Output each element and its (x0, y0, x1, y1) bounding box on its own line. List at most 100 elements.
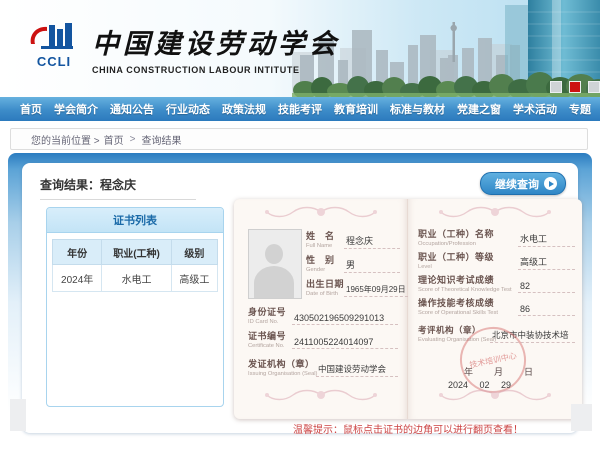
continue-query-label: 继续查询 (495, 176, 539, 192)
field-certificate-no: 证书编号 Certificate No. 2411005224014097 (248, 329, 398, 349)
field-label-en: Full Name (306, 242, 333, 247)
field-value: 程念庆 (344, 234, 400, 249)
site-title-zh: 中国建设劳动学会 (92, 22, 340, 61)
field-skills-score: 操作技能考核成绩 Score of Operational Skills Tes… (418, 296, 575, 316)
id-photo-placeholder (248, 229, 302, 299)
nav-item-industry[interactable]: 行业动态 (160, 101, 216, 117)
field-label-en: Score of Theoretical Knowledge Test (418, 286, 490, 291)
field-value: 86 (518, 304, 575, 316)
nav-item-policies[interactable]: 政策法规 (216, 101, 272, 117)
field-issuing-organisation: 发证机构（章） Issuing Organisation (Seal) 中国建设… (248, 357, 398, 377)
field-label: 职业（工种）等级 (418, 250, 518, 263)
result-person-name: 程念庆 (100, 178, 136, 192)
field-occupation-name: 职业（工种）名称 Occupation/Profession 水电工 (418, 227, 575, 247)
cell-year[interactable]: 2024年 (53, 265, 102, 292)
breadcrumb: 您的当前位置 > 首页 > 查询结果 (10, 128, 588, 150)
table-row[interactable]: 2024年 水电工 高级工 (53, 265, 218, 292)
ornament-flourish (435, 387, 555, 403)
nav-item-party[interactable]: 党建之窗 (451, 101, 507, 117)
nav-item-notices[interactable]: 通知公告 (104, 101, 160, 117)
brand-block: CCLI 中国建设劳动学会 CHINA CONSTRUCTION LABOUR … (26, 22, 340, 75)
certificate-right-page: 职业（工种）名称 Occupation/Profession 水电工 职业（工种… (408, 199, 582, 419)
date-labels: 年 月 日 (464, 365, 534, 378)
play-arrow-icon (544, 177, 557, 190)
breadcrumb-separator: > (130, 134, 136, 145)
field-label-en: Evaluating Organisation (Seal) (418, 336, 470, 341)
certificate-view[interactable]: 姓 名 Full Name 程念庆 性 别 Gender 男 (234, 199, 582, 419)
content-panel: 查询结果：程念庆 继续查询 证书列表 年份 职业(工种) 级别 2024年 (8, 153, 592, 445)
field-occupation-level: 职业（工种）等级 Level 高级工 (418, 250, 575, 270)
photo-silhouette-head (265, 244, 283, 264)
breadcrumb-label: 您的当前位置 > (31, 132, 100, 147)
ornament-flourish (261, 204, 381, 220)
nav-item-about[interactable]: 学会简介 (48, 101, 104, 117)
cell-occupation[interactable]: 水电工 (102, 265, 172, 292)
carousel-dot-3[interactable] (588, 81, 600, 93)
col-occupation: 职业(工种) (102, 240, 172, 265)
ornament-flourish (261, 387, 381, 403)
result-title: 查询结果：程念庆 (40, 176, 196, 200)
field-label-en: ID Card No. (248, 318, 280, 323)
field-label-en: Gender (306, 266, 333, 271)
nav-item-skill-eval[interactable]: 技能考评 (272, 101, 328, 117)
field-label-en: Occupation/Profession (418, 240, 490, 245)
field-label: 证书编号 (248, 329, 292, 342)
nav-item-standards[interactable]: 标准与教材 (384, 101, 451, 117)
result-title-prefix: 查询结果： (40, 178, 100, 192)
certificate-table: 年份 职业(工种) 级别 2024年 水电工 高级工 (52, 239, 218, 292)
field-label-en: Score of Operational Skills Test (418, 309, 490, 314)
field-value: 1965年09月29日 (344, 284, 408, 297)
main-nav: 首页 学会简介 通知公告 行业动态 政策法规 技能考评 教育培训 标准与教材 党… (0, 97, 600, 121)
field-label: 职业（工种）名称 (418, 227, 518, 240)
field-value: 82 (518, 281, 575, 293)
col-level: 级别 (171, 240, 217, 265)
field-value: 中国建设劳动学会 (316, 363, 398, 377)
field-label-en: Certificate No. (248, 342, 280, 347)
field-value: 高级工 (518, 255, 575, 270)
field-full-name: 姓 名 Full Name 程念庆 (306, 229, 400, 249)
field-gender: 性 别 Gender 男 (306, 253, 400, 273)
field-label: 操作技能考核成绩 (418, 296, 518, 309)
carousel-dot-1[interactable] (550, 81, 562, 93)
field-value: 水电工 (518, 232, 575, 247)
certificate-left-page: 姓 名 Full Name 程念庆 性 别 Gender 男 (234, 199, 408, 419)
field-value: 男 (344, 258, 400, 273)
banner-carousel-dots (550, 81, 600, 93)
field-label: 出生日期 (306, 277, 344, 290)
breadcrumb-home-link[interactable]: 首页 (104, 132, 124, 147)
field-id-card-no: 身份证号 ID Card No. 430502196509291013 (248, 305, 398, 325)
field-label-en: Date of Birth (306, 290, 333, 295)
field-label: 理论知识考试成绩 (418, 273, 518, 286)
ornament-flourish (435, 204, 555, 220)
site-banner: CCLI 中国建设劳动学会 CHINA CONSTRUCTION LABOUR … (0, 0, 600, 97)
field-label: 身份证号 (248, 305, 292, 318)
field-date-of-birth: 出生日期 Date of Birth 1965年09月29日 (306, 277, 400, 297)
nav-item-topics[interactable]: 专题 (563, 101, 597, 117)
continue-query-button[interactable]: 继续查询 (480, 172, 566, 195)
cell-level[interactable]: 高级工 (171, 265, 217, 292)
certificate-list-box: 证书列表 年份 职业(工种) 级别 2024年 水电工 高级工 (46, 207, 224, 407)
field-theory-score: 理论知识考试成绩 Score of Theoretical Knowledge … (418, 273, 575, 293)
field-label-en: Level (418, 263, 490, 268)
nav-item-training[interactable]: 教育培训 (328, 101, 384, 117)
field-value: 430502196509291013 (292, 313, 398, 325)
breadcrumb-current: 查询结果 (141, 132, 181, 147)
carousel-dot-2-active[interactable] (569, 81, 581, 93)
field-label: 性 别 (306, 253, 344, 266)
field-label: 发证机构（章） (248, 357, 316, 370)
ccli-logo-icon: CCLI (26, 22, 82, 67)
logo-text: CCLI (26, 57, 82, 67)
page-edge-artifact (10, 399, 26, 431)
nav-item-home[interactable]: 首页 (14, 101, 48, 117)
flip-hint-notice: 温馨提示：鼠标点击证书的边角可以进行翻页查看！ (234, 421, 582, 436)
field-value: 2411005224014097 (292, 337, 398, 349)
result-card: 查询结果：程念庆 继续查询 证书列表 年份 职业(工种) 级别 2024年 (22, 163, 578, 433)
field-label: 姓 名 (306, 229, 344, 242)
field-label-en: Issuing Organisation (Seal) (248, 370, 297, 375)
photo-silhouette-body (254, 266, 294, 299)
certificate-list-title: 证书列表 (47, 208, 223, 233)
col-year: 年份 (53, 240, 102, 265)
scrollbar-thumb[interactable] (571, 404, 592, 431)
site-title-en: CHINA CONSTRUCTION LABOUR INTITUTE (92, 65, 340, 75)
nav-item-academic[interactable]: 学术活动 (507, 101, 563, 117)
